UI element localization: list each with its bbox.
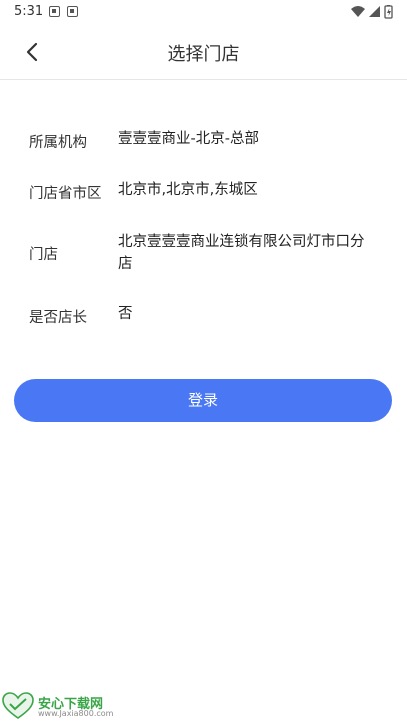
- info-label: 所属机构: [29, 135, 87, 151]
- watermark-url: www.Jaxia800.com: [38, 709, 114, 718]
- status-time: 5:31: [14, 4, 44, 19]
- signal-icon: [369, 6, 380, 17]
- status-icons: [351, 5, 395, 19]
- login-button[interactable]: 登录: [14, 379, 392, 422]
- info-label: 是否店长: [29, 310, 87, 326]
- info-label: 门店省市区: [29, 186, 102, 202]
- info-value: 北京壹壹壹商业连锁有限公司灯市口分店: [118, 234, 365, 272]
- watermark-heart-logo-icon: [2, 692, 34, 719]
- info-value: 壹壹壹商业-北京-总部: [118, 131, 259, 147]
- watermark: 安心下载网 www.Jaxia800.com: [2, 690, 114, 722]
- notification-image-icon: [67, 6, 78, 17]
- info-label: 门店: [29, 247, 58, 263]
- info-value: 北京市,北京市,东城区: [118, 182, 258, 198]
- wifi-icon: [351, 6, 365, 17]
- notification-a-icon: [49, 6, 60, 17]
- info-value: 否: [118, 306, 133, 322]
- nav-bar: 选择门店: [0, 24, 407, 80]
- status-bar: 5:31: [0, 0, 407, 24]
- page-title: 选择门店: [167, 44, 240, 65]
- battery-icon: [384, 5, 393, 19]
